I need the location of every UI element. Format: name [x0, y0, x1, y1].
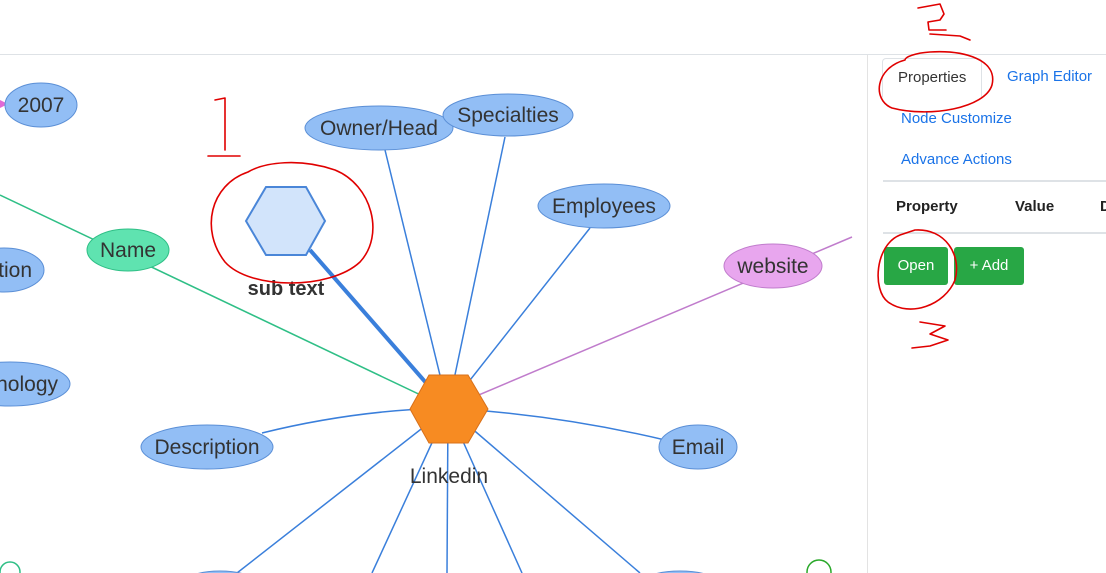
node-owner-head-label: Owner/Head	[320, 117, 438, 140]
node-website[interactable]: website	[723, 243, 823, 289]
header-value: Value	[1015, 198, 1055, 215]
node-location-label: tion	[0, 259, 32, 282]
side-panel: Properties Graph Editor Node Customize A…	[867, 55, 1106, 573]
edge-specialties	[447, 136, 506, 409]
edge-bottom-1	[236, 407, 449, 573]
header-property: Property	[896, 198, 958, 215]
node-year[interactable]: 2007	[4, 82, 78, 128]
graph-edges	[0, 100, 853, 573]
node-email[interactable]: Email	[658, 424, 738, 470]
node-employees[interactable]: Employees	[537, 183, 671, 229]
link-advance-actions[interactable]: Advance Actions	[901, 151, 1012, 168]
node-owner-head[interactable]: Owner/Head	[304, 105, 454, 151]
top-toolbar	[0, 0, 1106, 55]
node-employees-label: Employees	[552, 195, 656, 218]
node-name-label: Name	[100, 239, 156, 262]
node-description[interactable]: Description	[140, 424, 274, 470]
corner-icon-right[interactable]	[806, 559, 832, 573]
open-button[interactable]: Open	[884, 247, 948, 285]
node-technology-label: nology	[0, 373, 58, 396]
node-year-label: 2007	[18, 94, 65, 117]
node-email-label: Email	[672, 436, 725, 459]
node-description-label: Description	[154, 436, 259, 459]
tab-graph-editor[interactable]: Graph Editor	[1007, 58, 1092, 96]
properties-table: Property Value D	[883, 180, 1106, 234]
node-specialties-label: Specialties	[457, 104, 559, 127]
edge-name	[0, 194, 449, 409]
graph-canvas[interactable]: 2007 Owner/Head Specialties Employees Na…	[0, 55, 866, 573]
edge-bottom-5	[447, 407, 641, 573]
node-website-label: website	[736, 255, 808, 278]
link-node-customize[interactable]: Node Customize	[901, 110, 1012, 127]
node-specialties[interactable]: Specialties	[442, 93, 574, 137]
graph-svg[interactable]: 2007 Owner/Head Specialties Employees Na…	[0, 55, 866, 573]
node-technology[interactable]: nology	[0, 361, 71, 407]
add-button[interactable]: + Add	[954, 247, 1024, 285]
node-location[interactable]: tion	[0, 247, 45, 293]
node-sub-hexagon[interactable]	[244, 186, 327, 256]
corner-icon-left[interactable]	[0, 561, 21, 573]
node-sub-label: sub text	[248, 278, 325, 300]
tab-bar: Properties Graph Editor	[882, 58, 1106, 98]
node-linkedin-label: Linkedin	[410, 465, 488, 488]
header-d: D	[1100, 198, 1106, 215]
node-name[interactable]: Name	[86, 228, 170, 272]
tab-properties[interactable]: Properties	[882, 58, 983, 98]
